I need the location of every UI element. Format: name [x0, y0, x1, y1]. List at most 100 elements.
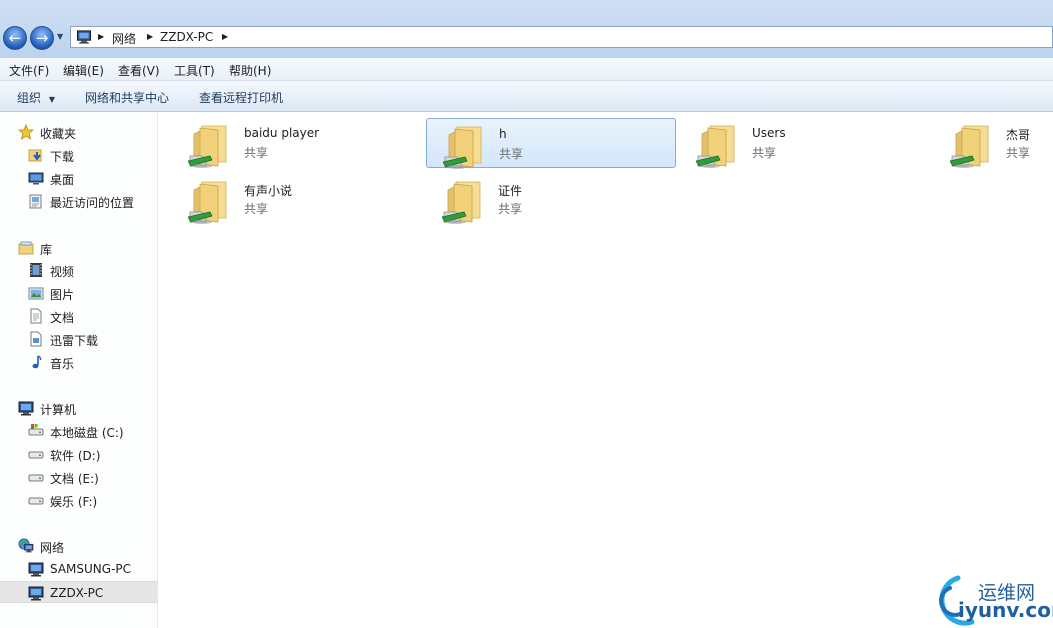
nav-libraries[interactable]: 库	[0, 237, 157, 259]
nav-item-label: 本地磁盘 (C:)	[50, 426, 124, 440]
nav-item-documents[interactable]: 文档	[0, 305, 157, 327]
music-note-icon	[32, 355, 42, 369]
system-drive-icon	[28, 424, 44, 436]
library-icon	[18, 241, 34, 255]
download-folder-icon	[28, 149, 42, 162]
nav-item-label: 软件 (D:)	[50, 449, 101, 463]
nav-item-music[interactable]: 音乐	[0, 351, 157, 373]
breadcrumb-network[interactable]: 网络	[112, 30, 136, 47]
nav-item-desktop[interactable]: 桌面	[0, 167, 157, 189]
nav-item-label: SAMSUNG-PC	[50, 562, 132, 576]
nav-computer-label: 计算机	[40, 403, 77, 417]
document-icon	[30, 308, 42, 324]
organize-button[interactable]: 组织 ▼	[17, 89, 55, 106]
menu-file[interactable]: 文件(F)	[9, 62, 49, 79]
chevron-down-icon: ▼	[48, 95, 55, 104]
nav-item-drive-f[interactable]: 娱乐 (F:)	[0, 489, 157, 511]
share-name: 证件	[498, 184, 523, 198]
share-type: 共享	[1006, 146, 1031, 160]
share-type: 共享	[499, 147, 524, 161]
nav-item-label: 图片	[50, 288, 75, 302]
share-folder-item[interactable]: Users 共享	[680, 118, 930, 168]
nav-favorites-label: 收藏夹	[40, 127, 77, 141]
nav-network-label: 网络	[40, 541, 65, 555]
network-computer-icon	[28, 586, 44, 601]
forward-button[interactable]: →	[30, 26, 54, 50]
menu-tools[interactable]: 工具(T)	[174, 62, 215, 79]
nav-item-label: 下载	[50, 150, 75, 164]
command-bar: 组织 ▼ 网络和共享中心 查看远程打印机	[0, 81, 1053, 112]
shared-folder-icon	[443, 126, 482, 169]
nav-computer[interactable]: 计算机	[0, 397, 157, 419]
share-type: 共享	[244, 202, 269, 216]
nav-item-recent-places[interactable]: 最近访问的位置	[0, 190, 157, 212]
share-type: 共享	[244, 146, 269, 160]
share-name: 有声小说	[244, 184, 293, 198]
nav-item-label: 最近访问的位置	[50, 196, 135, 210]
share-name: h	[499, 127, 507, 141]
nav-item-drive-d[interactable]: 软件 (D:)	[0, 443, 157, 465]
title-bar: ← → ▼ ▶ 网络 ▶ ZZDX-PC ▶	[0, 0, 1053, 58]
share-folder-item[interactable]: 有声小说 共享	[172, 174, 422, 224]
video-icon	[30, 263, 42, 277]
watermark-text-en: iyunv.com	[958, 598, 1053, 622]
nav-item-label: 视频	[50, 265, 75, 279]
share-name: 杰哥	[1006, 128, 1031, 142]
shared-folder-icon	[696, 125, 735, 168]
hard-drive-icon	[28, 451, 44, 459]
nav-item-label: 娱乐 (F:)	[50, 495, 98, 509]
nav-item-drive-c[interactable]: 本地磁盘 (C:)	[0, 420, 157, 442]
organize-label: 组织	[17, 91, 42, 105]
menu-help[interactable]: 帮助(H)	[229, 62, 271, 79]
back-arrow-icon: ←	[8, 29, 22, 47]
nav-item-samsung-pc[interactable]: SAMSUNG-PC	[0, 558, 157, 580]
breadcrumb-computer[interactable]: ZZDX-PC	[160, 30, 213, 44]
nav-item-videos[interactable]: 视频	[0, 259, 157, 281]
shared-folder-icon	[442, 181, 481, 224]
breadcrumb-separator-icon[interactable]: ▶	[147, 32, 153, 41]
nav-libraries-label: 库	[40, 243, 53, 257]
forward-arrow-icon: →	[35, 29, 49, 47]
nav-item-thunder-downloads[interactable]: 迅雷下载	[0, 328, 157, 350]
content-area: baidu player 共享 h 共享 Users 共享 杰哥 共享 有声小说…	[158, 112, 1053, 628]
navigation-pane: 收藏夹 下载 桌面 最近访问的位置 库 视频 图片 文档 迅雷下载 音乐 计算机…	[0, 112, 158, 628]
desktop-icon	[28, 172, 44, 185]
computer-icon	[18, 401, 34, 416]
menu-view[interactable]: 查看(V)	[118, 62, 160, 79]
nav-favorites[interactable]: 收藏夹	[0, 121, 157, 143]
share-folder-item[interactable]: h 共享	[426, 118, 676, 169]
share-folder-item[interactable]: baidu player 共享	[172, 118, 422, 168]
pictures-icon	[28, 287, 44, 300]
nav-item-label: 文档	[50, 311, 75, 325]
share-folder-item[interactable]: 证件 共享	[426, 174, 676, 224]
breadcrumb-separator-icon[interactable]: ▶	[98, 32, 104, 41]
menu-edit[interactable]: 编辑(E)	[63, 62, 104, 79]
share-name: baidu player	[244, 126, 320, 140]
recent-places-icon	[29, 194, 42, 209]
back-button[interactable]: ←	[3, 26, 27, 50]
nav-item-pictures[interactable]: 图片	[0, 282, 157, 304]
star-icon	[18, 124, 34, 140]
remote-printers-button[interactable]: 查看远程打印机	[199, 89, 283, 106]
hard-drive-icon	[28, 474, 44, 482]
nav-network[interactable]: 网络	[0, 535, 157, 557]
breadcrumb-separator-icon[interactable]: ▶	[222, 32, 228, 41]
share-folder-item[interactable]: 杰哥 共享	[934, 118, 1053, 168]
share-type: 共享	[498, 202, 523, 216]
document-icon	[30, 331, 42, 347]
nav-item-label: 文档 (E:)	[50, 472, 99, 486]
nav-item-label: 音乐	[50, 357, 75, 371]
nav-item-drive-e[interactable]: 文档 (E:)	[0, 466, 157, 488]
network-computer-icon	[28, 562, 44, 577]
address-bar[interactable]: ▶ 网络 ▶ ZZDX-PC ▶	[70, 26, 1053, 48]
nav-item-downloads[interactable]: 下载	[0, 144, 157, 166]
nav-item-label: ZZDX-PC	[50, 586, 104, 600]
shared-folder-icon	[188, 181, 227, 224]
recent-pages-dropdown-icon[interactable]: ▼	[57, 32, 63, 41]
nav-item-label: 迅雷下载	[50, 334, 99, 348]
nav-item-zzdx-pc[interactable]: ZZDX-PC	[0, 581, 157, 603]
shared-folder-icon	[188, 125, 227, 168]
network-computer-icon	[76, 30, 92, 44]
network-center-button[interactable]: 网络和共享中心	[85, 89, 169, 106]
shared-folder-icon	[950, 125, 989, 168]
